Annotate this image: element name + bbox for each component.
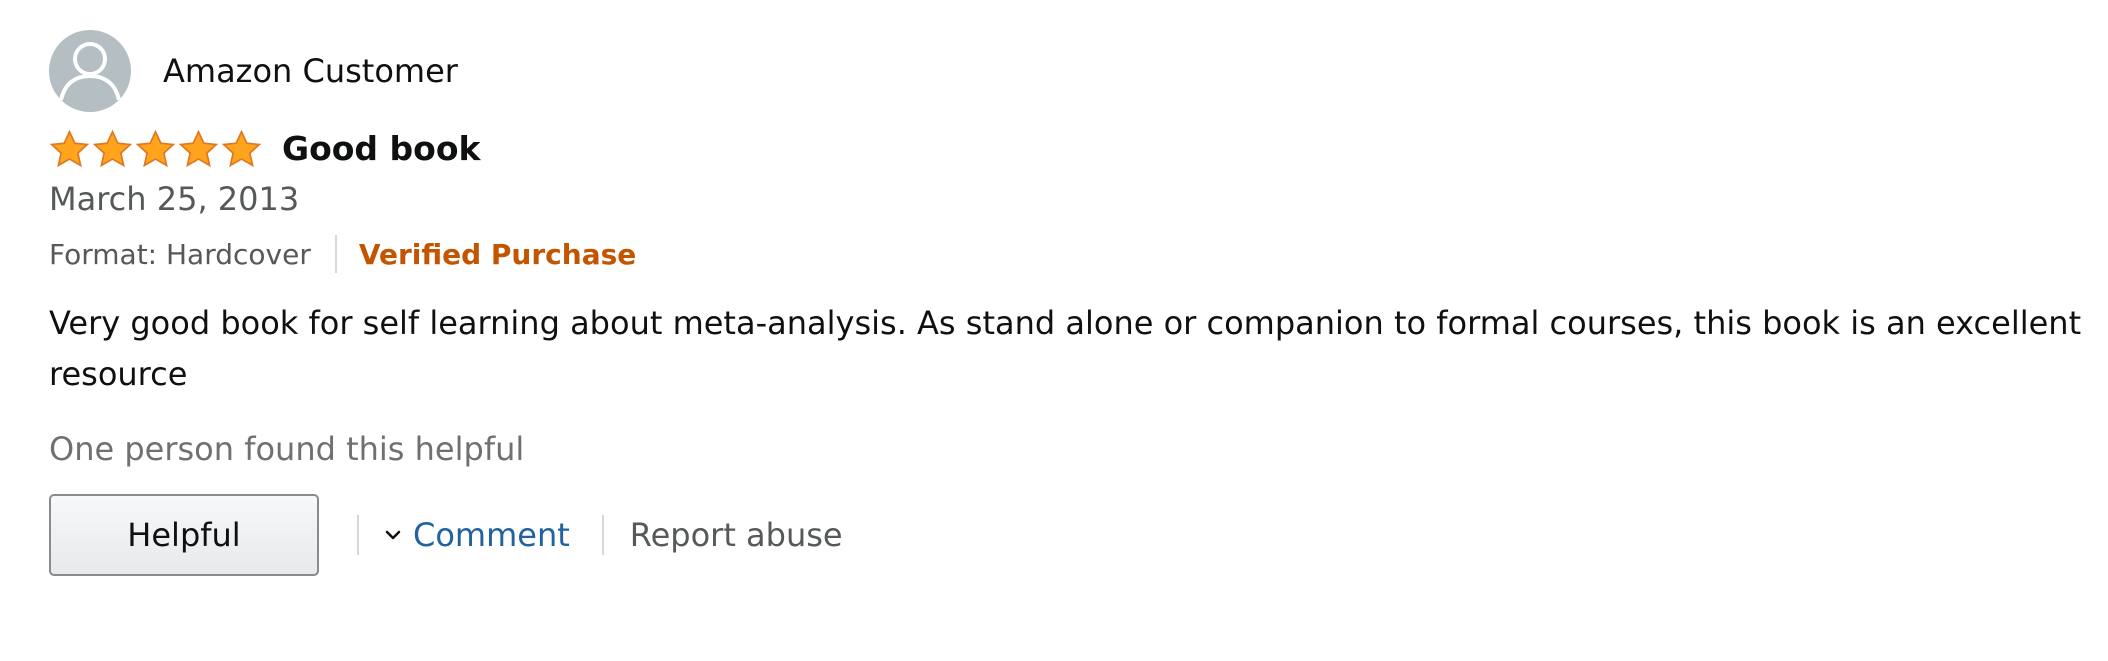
avatar[interactable]: [49, 30, 131, 112]
star-icon: [92, 129, 133, 167]
divider: [601, 515, 604, 555]
divider: [334, 235, 337, 273]
review-body: Very good book for self learning about m…: [49, 304, 2082, 393]
review-card: Amazon Customer Good book March 25, 2013…: [49, 30, 2089, 576]
star-icon: [135, 129, 176, 167]
format-link[interactable]: Format: Hardcover: [49, 238, 311, 271]
review-title[interactable]: Good book: [282, 129, 480, 169]
review-date: March 25, 2013: [49, 180, 300, 218]
format-row: Format: Hardcover Verified Purchase: [49, 234, 2089, 274]
star-icon: [49, 129, 90, 167]
default-user-avatar-icon: [59, 42, 121, 101]
divider: [357, 515, 359, 555]
star-icon: [178, 129, 219, 167]
star-icon: [221, 129, 262, 167]
helpful-count: One person found this helpful: [49, 430, 525, 468]
comment-label[interactable]: Comment: [413, 516, 570, 554]
helpful-button[interactable]: Helpful: [49, 494, 319, 576]
chevron-down-icon: [385, 530, 401, 540]
verified-purchase-badge: Verified Purchase: [358, 237, 637, 271]
review-actions: Helpful Comment Report abuse: [49, 494, 2089, 576]
star-rating[interactable]: [49, 129, 262, 170]
report-abuse-link[interactable]: Report abuse: [630, 516, 843, 554]
rating-row: Good book: [49, 124, 2089, 174]
reviewer-profile[interactable]: Amazon Customer: [49, 30, 2089, 112]
comment-link[interactable]: Comment: [383, 516, 570, 554]
reviewer-name[interactable]: Amazon Customer: [163, 51, 458, 91]
